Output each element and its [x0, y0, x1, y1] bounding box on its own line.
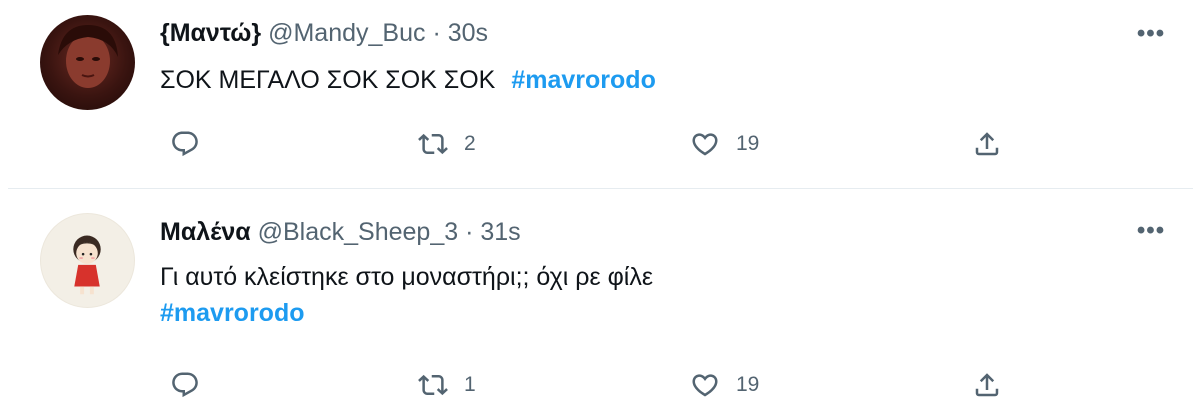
share-icon — [975, 132, 999, 156]
retweet-icon — [418, 133, 448, 155]
avatar[interactable] — [40, 213, 135, 308]
hashtag-link[interactable]: #mavrorodo — [160, 295, 653, 331]
like-icon — [692, 133, 718, 156]
more-icon[interactable]: ••• — [1133, 217, 1169, 244]
retweet-button[interactable]: 2 — [418, 124, 476, 164]
reply-button[interactable] — [170, 124, 200, 164]
like-button[interactable]: 19 — [690, 124, 759, 164]
like-button[interactable]: 19 — [690, 365, 759, 405]
tweet-actions: 2 19 — [160, 124, 1020, 164]
reply-icon — [172, 131, 198, 157]
separator: · — [432, 19, 441, 47]
hashtag-link[interactable]: #mavrorodo — [511, 66, 655, 94]
tweet[interactable]: Μαλένα @Black_Sheep_3 · 31s ••• Γι αυτό … — [8, 189, 1193, 400]
tweet-header: Μαλένα @Black_Sheep_3 · 31s — [160, 218, 521, 247]
user-handle[interactable]: @Black_Sheep_3 — [258, 218, 459, 246]
retweet-count: 1 — [464, 373, 476, 396]
like-count: 19 — [736, 132, 760, 155]
share-icon — [975, 373, 999, 397]
more-icon[interactable]: ••• — [1133, 20, 1169, 47]
timestamp[interactable]: 30s — [448, 19, 488, 47]
tweet-actions: 1 19 — [160, 365, 1020, 405]
retweet-count: 2 — [464, 132, 476, 155]
like-icon — [692, 374, 718, 397]
reply-button[interactable] — [170, 365, 200, 405]
timeline: {Μαντώ} @Mandy_Buc · 30s ••• ΣΟΚ ΜΕΓΑΛΟ … — [8, 0, 1193, 400]
retweet-icon — [418, 374, 448, 396]
retweet-button[interactable]: 1 — [418, 365, 476, 405]
tweet-body: Γι αυτό κλείστηκε στο μοναστήρι;; όχι ρε… — [160, 263, 654, 291]
tweet-text: Γι αυτό κλείστηκε στο μοναστήρι;; όχι ρε… — [160, 259, 653, 331]
user-handle[interactable]: @Mandy_Buc — [268, 19, 425, 47]
reply-icon — [172, 372, 198, 398]
share-button[interactable] — [972, 124, 1002, 164]
avatar[interactable] — [40, 15, 135, 110]
like-count: 19 — [736, 373, 760, 396]
display-name[interactable]: {Μαντώ} — [160, 19, 261, 47]
tweet[interactable]: {Μαντώ} @Mandy_Buc · 30s ••• ΣΟΚ ΜΕΓΑΛΟ … — [8, 0, 1193, 189]
separator: · — [465, 218, 474, 246]
display-name[interactable]: Μαλένα — [160, 218, 251, 246]
tweet-body: ΣΟΚ ΜΕΓΑΛΟ ΣΟΚ ΣΟΚ ΣΟΚ — [160, 66, 496, 94]
timestamp[interactable]: 31s — [480, 218, 520, 246]
tweet-header: {Μαντώ} @Mandy_Buc · 30s — [160, 19, 488, 48]
tweet-text: ΣΟΚ ΜΕΓΑΛΟ ΣΟΚ ΣΟΚ ΣΟΚ #mavrorodo — [160, 62, 656, 98]
share-button[interactable] — [972, 365, 1002, 405]
